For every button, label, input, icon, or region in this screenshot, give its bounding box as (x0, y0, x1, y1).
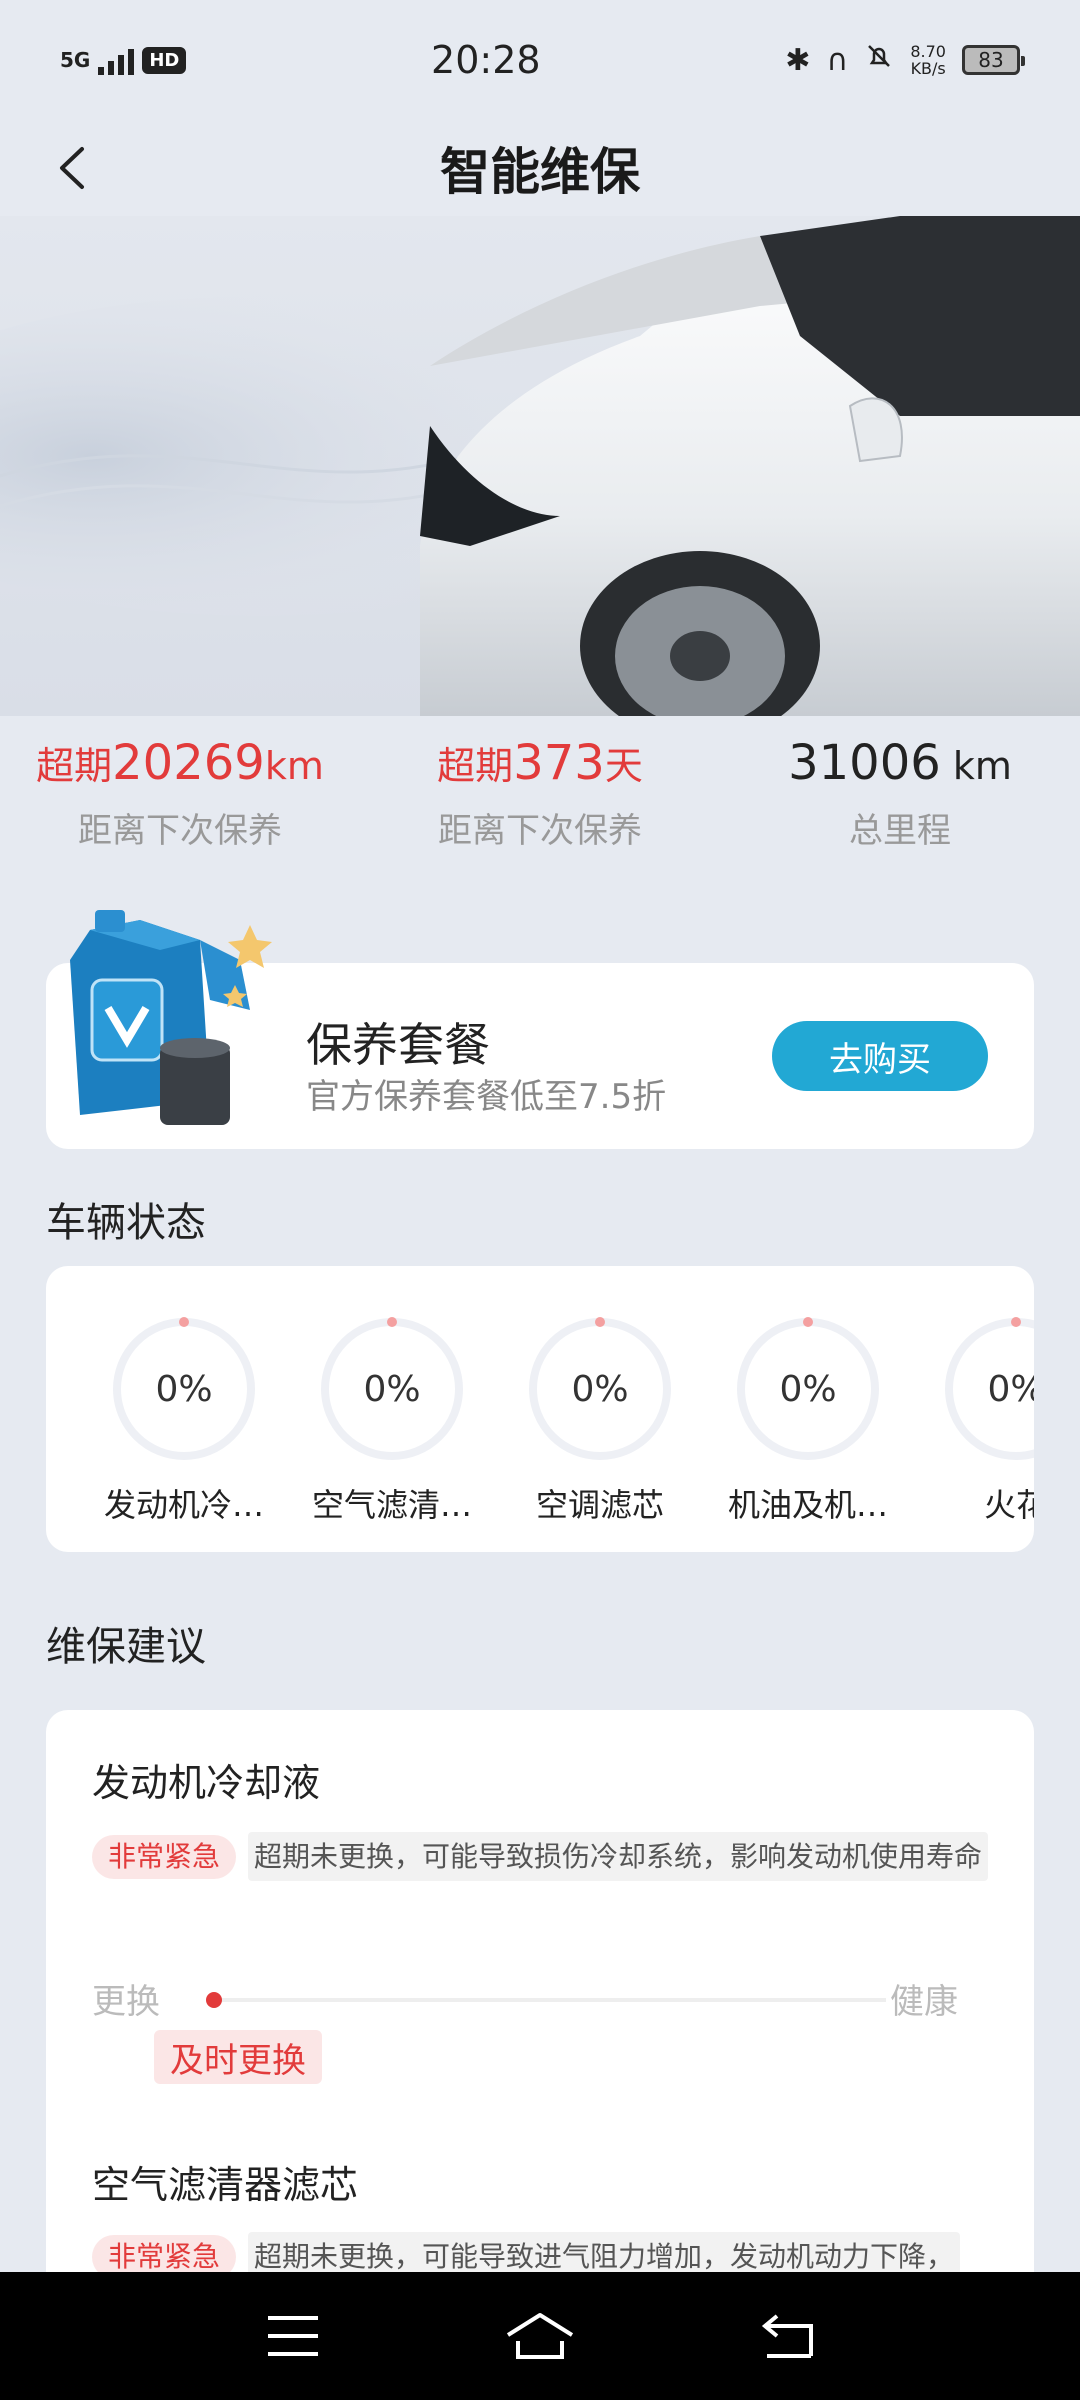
days-overdue-stat: 超期373天 距离下次保养 (360, 730, 720, 860)
healthy-label: 健康 (890, 1982, 958, 2022)
gauge-percent: 0% (987, 1368, 1034, 1410)
back-button[interactable] (40, 136, 104, 200)
mileage-overdue-stat: 超期20269km 距离下次保养 (0, 730, 360, 860)
gauge-air-filter[interactable]: 0% 空气滤清… (302, 1314, 482, 1526)
stat-unit: km (940, 744, 1012, 788)
clock: 20:28 (431, 38, 541, 82)
advice-item-title: 空气滤清器滤芯 (92, 2163, 359, 2207)
battery-icon: 83 (961, 45, 1025, 75)
gauge-spark-plug[interactable]: 0% 火花 (926, 1314, 1034, 1526)
speed-value: 8.70 (910, 42, 946, 61)
status-bar: 5G HD 20:28 ✱ ∩ 8.70 KB/s 83 (0, 0, 1080, 120)
urgency-badge: 非常紧急 (92, 1835, 237, 1879)
status-icons: ✱ ∩ 8.70 KB/s 83 (785, 41, 1025, 79)
mute-icon (864, 41, 894, 79)
health-track (212, 1998, 886, 2002)
promo-title: 保养套餐 (306, 1018, 490, 1072)
home-button[interactable] (500, 2296, 580, 2376)
menu-button[interactable] (253, 2296, 333, 2376)
replace-label: 更换 (92, 1982, 160, 2022)
advice-card: 发动机冷却液 非常紧急 超期未更换，可能导致损伤冷却系统，影响发动机使用寿命 更换… (46, 1710, 1034, 2280)
stat-value: 20269 (112, 735, 265, 791)
hd-badge: HD (142, 46, 187, 74)
back-arrow-icon (761, 2314, 813, 2358)
page-title: 智能维保 (440, 143, 640, 201)
health-indicator (206, 1992, 222, 2008)
gauge-ac-filter[interactable]: 0% 空调滤芯 (510, 1314, 690, 1526)
advice-text: 超期未更换，可能导致损伤冷却系统，影响发动机使用寿命 (248, 1832, 989, 1881)
network-indicator: 5G HD (60, 45, 187, 75)
gauge-label: 机油及机… (727, 1486, 888, 1524)
vehicle-status-card[interactable]: 0% 发动机冷… 0% 空气滤清… 0% 空调滤芯 0% 机油及机… 0% 火花 (46, 1266, 1034, 1552)
menu-icon (268, 2316, 319, 2356)
headphones-icon: ∩ (826, 42, 849, 78)
gauge-label: 火花 (983, 1486, 1034, 1524)
gauge-label: 发动机冷… (103, 1486, 264, 1524)
car-hero-image (0, 216, 1080, 716)
stat-value: 31006 (788, 735, 941, 791)
gauge-coolant[interactable]: 0% 发动机冷… (94, 1314, 274, 1526)
gauge-percent: 0% (155, 1368, 213, 1410)
gauge-percent: 0% (779, 1368, 837, 1410)
network-speed: 8.70 KB/s (910, 43, 946, 77)
vehicle-status-title: 车辆状态 (46, 1200, 206, 1246)
gauge-engine-oil[interactable]: 0% 机油及机… (718, 1314, 898, 1526)
stat-prefix: 超期 (437, 744, 514, 788)
maintenance-stats: 超期20269km 距离下次保养 超期373天 距离下次保养 31006 km … (0, 730, 1080, 860)
gauge-label: 空调滤芯 (535, 1486, 664, 1524)
replace-soon-tag: 及时更换 (154, 2030, 322, 2084)
buy-button[interactable]: 去购买 (772, 1021, 988, 1091)
advice-item-title: 发动机冷却液 (92, 1761, 321, 1805)
speed-unit: KB/s (910, 59, 946, 78)
stat-prefix: 超期 (36, 744, 113, 788)
stat-label: 总里程 (849, 811, 951, 851)
stat-unit: 天 (604, 744, 643, 788)
battery-level: 83 (978, 48, 1004, 72)
oil-can-icon (70, 910, 272, 1125)
gauge-label: 空气滤清… (311, 1486, 472, 1524)
system-nav-bar (0, 2272, 1080, 2400)
promo-subtitle: 官方保养套餐低至7.5折 (306, 1077, 667, 1117)
advice-item-description: 非常紧急 超期未更换，可能导致损伤冷却系统，影响发动机使用寿命 (92, 1826, 992, 1888)
home-icon (506, 2313, 574, 2359)
header: 智能维保 (0, 120, 1080, 216)
total-mileage-stat: 31006 km 总里程 (720, 730, 1080, 860)
chevron-left-icon (60, 147, 84, 189)
stat-label: 距离下次保养 (438, 811, 642, 851)
gauge-percent: 0% (363, 1368, 421, 1410)
stat-unit: km (264, 744, 324, 788)
network-type: 5G (60, 48, 91, 72)
signal-icon (98, 45, 135, 75)
stat-value: 373 (513, 735, 605, 791)
bluetooth-icon: ✱ (785, 42, 811, 78)
gauge-percent: 0% (571, 1368, 629, 1410)
back-nav-button[interactable] (747, 2296, 827, 2376)
advice-title: 维保建议 (46, 1624, 206, 1670)
stat-label: 距离下次保养 (78, 811, 282, 851)
